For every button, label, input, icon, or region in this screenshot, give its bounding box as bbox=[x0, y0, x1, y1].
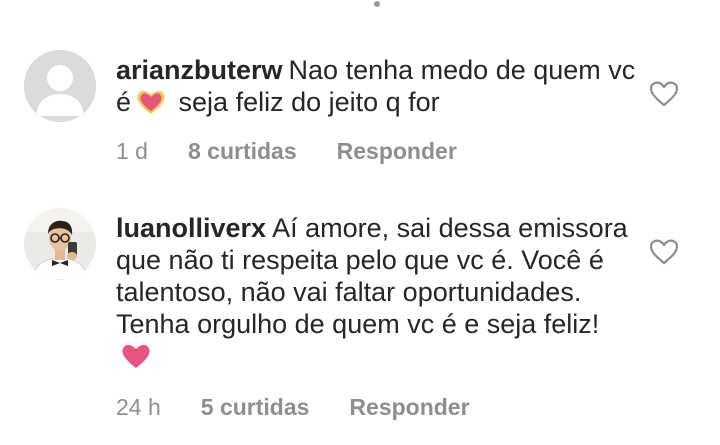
comment-likes-count[interactable]: 8 curtidas bbox=[188, 138, 297, 165]
like-heart-icon[interactable] bbox=[649, 239, 679, 265]
avatar[interactable] bbox=[24, 50, 96, 122]
comment-text-continued: seja feliz do jeito q for bbox=[171, 87, 440, 117]
comment-meta: 1 d 8 curtidas Responder bbox=[116, 138, 457, 165]
reply-button[interactable]: Responder bbox=[337, 138, 457, 165]
pink-heart-icon bbox=[122, 345, 150, 368]
comment-username[interactable]: luanolliverx bbox=[116, 213, 266, 243]
comment-meta: 24 h 5 curtidas Responder bbox=[116, 394, 470, 421]
previous-comment-edge bbox=[340, 0, 440, 7]
avatar[interactable] bbox=[24, 208, 96, 280]
comment-timestamp: 1 d bbox=[116, 138, 148, 164]
like-heart-icon[interactable] bbox=[649, 81, 679, 107]
user-photo-avatar bbox=[24, 208, 96, 280]
comment-body: luanolliverx Aí amore, sai dessa emissora… bbox=[116, 212, 636, 372]
reply-button[interactable]: Responder bbox=[349, 394, 469, 421]
default-avatar-icon bbox=[24, 50, 96, 122]
comment-body: arianzbuterw Nao tenha medo de quem vc é … bbox=[116, 54, 636, 118]
comment-username[interactable]: arianzbuterw bbox=[116, 55, 283, 85]
sparkling-heart-icon bbox=[137, 91, 165, 114]
comment-likes-count[interactable]: 5 curtidas bbox=[201, 394, 310, 421]
comment-timestamp: 24 h bbox=[116, 394, 161, 420]
